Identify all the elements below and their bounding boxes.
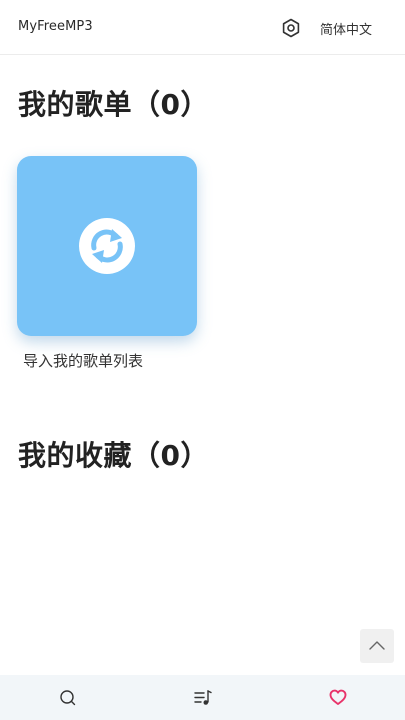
heart-icon	[329, 689, 346, 705]
playlist-icon	[193, 689, 212, 705]
app-title: MyFreeMP3	[18, 19, 93, 34]
playlists-section-title: 我的歌单（0）	[18, 88, 209, 121]
nav-search[interactable]	[0, 675, 135, 720]
settings-button[interactable]	[280, 17, 302, 39]
bottom-nav	[0, 675, 405, 720]
search-icon	[59, 689, 75, 705]
language-selector[interactable]: 简体中文	[320, 19, 372, 38]
refresh-icon	[79, 218, 135, 274]
nav-playlist[interactable]	[135, 675, 270, 720]
scroll-top-button[interactable]	[360, 629, 394, 663]
import-playlist-label[interactable]: 导入我的歌单列表	[23, 350, 143, 371]
settings-hexagon-icon	[282, 18, 300, 38]
import-playlist-card[interactable]	[17, 156, 197, 336]
top-header: MyFreeMP3 简体中文	[0, 0, 405, 55]
nav-favorites[interactable]	[270, 675, 405, 720]
favorites-section-title: 我的收藏（0）	[18, 439, 209, 472]
chevron-up-icon	[369, 641, 385, 650]
